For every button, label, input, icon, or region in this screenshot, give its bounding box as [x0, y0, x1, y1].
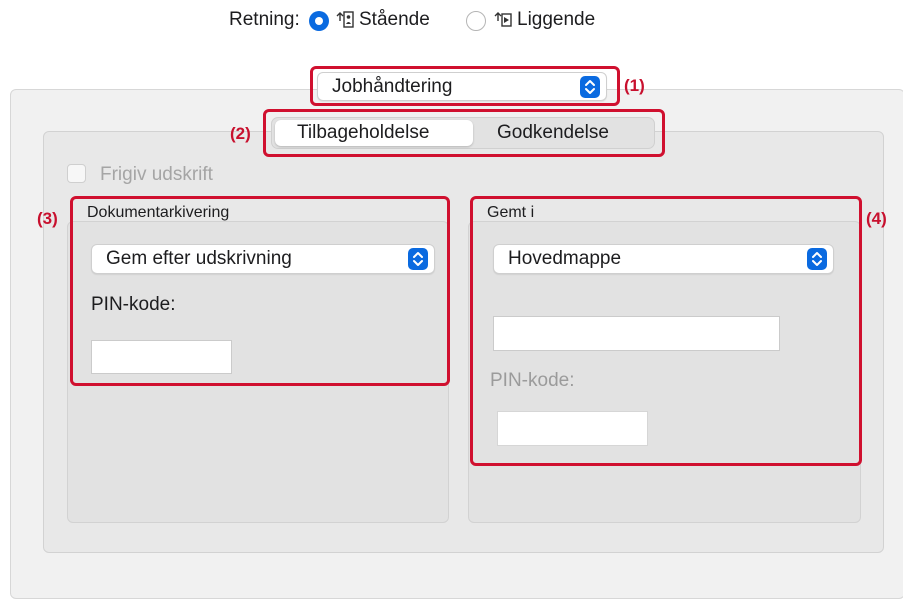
- callout-3: (3): [37, 209, 58, 228]
- landscape-radio[interactable]: [466, 11, 486, 31]
- annotation-box-4: [470, 196, 862, 466]
- callout-1: (1): [624, 76, 645, 95]
- annotation-box-2: [263, 109, 665, 157]
- callout-2: (2): [230, 124, 251, 143]
- orientation-label: Retning:: [229, 9, 300, 30]
- landscape-label: Liggende: [517, 9, 596, 30]
- release-print-checkbox[interactable]: [67, 164, 86, 183]
- annotation-box-3: [70, 196, 450, 386]
- annotation-box-1: [310, 66, 620, 106]
- release-print-label: Frigiv udskrift: [100, 164, 213, 185]
- portrait-orientation-icon: [336, 11, 354, 28]
- callout-4: (4): [866, 209, 887, 228]
- portrait-label: Stående: [359, 9, 430, 30]
- landscape-orientation-icon: [494, 12, 512, 27]
- portrait-radio[interactable]: [309, 11, 329, 31]
